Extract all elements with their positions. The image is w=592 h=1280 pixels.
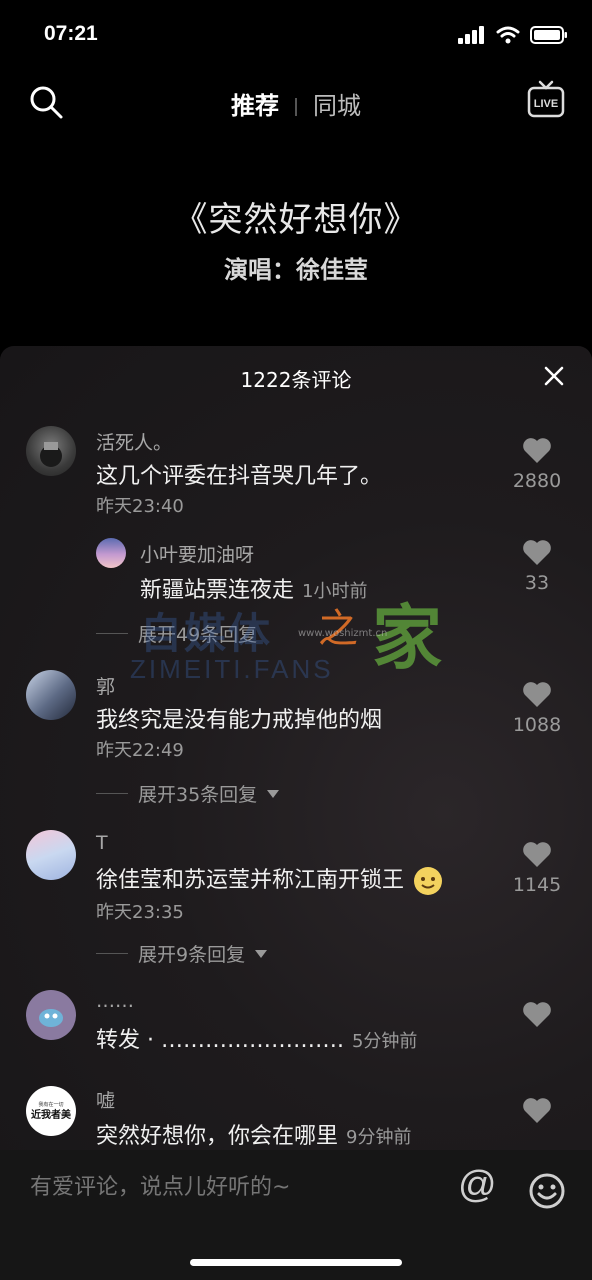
comment-input[interactable] — [28, 1174, 432, 1201]
chevron-down-icon — [267, 789, 280, 798]
comment-time: 昨天23:35 — [96, 902, 184, 923]
like-button[interactable] — [502, 1000, 572, 1032]
comment-author[interactable]: 郭 — [96, 672, 115, 699]
comment-text-content: 转发 · ……………………. — [96, 1028, 344, 1053]
comment-author[interactable]: T — [96, 832, 108, 854]
comment-author[interactable]: 活死人。 — [96, 428, 172, 455]
comment-text: 突然好想你，你会在哪里 9分钟前 — [96, 1118, 411, 1150]
comment-text: 转发 · ……………………. 5分钟前 — [96, 1022, 417, 1054]
avatar[interactable] — [26, 990, 76, 1040]
like-count: 1088 — [512, 714, 562, 736]
heart-icon — [523, 1002, 551, 1027]
avatar-image — [39, 1009, 63, 1027]
expand-replies-button[interactable]: 展开9条回复 — [96, 940, 268, 967]
avatar[interactable] — [26, 830, 76, 880]
expand-replies-button[interactable]: 展开49条回复 — [96, 620, 257, 647]
live-icon[interactable]: LIVE — [526, 80, 566, 120]
avatar[interactable] — [26, 670, 76, 720]
like-button[interactable]: 1088 — [502, 680, 572, 736]
comment-time: 昨天23:40 — [96, 496, 184, 517]
comments-sheet: 1222条评论 活死人。 这几个评委在抖音哭几年了。 昨天23:40 2880 … — [0, 346, 592, 1280]
status-time: 07:21 — [44, 22, 98, 45]
tab-recommend[interactable]: 推荐 — [231, 92, 279, 120]
chevron-down-icon — [255, 949, 268, 958]
comment-author[interactable]: 嘘 — [96, 1086, 115, 1113]
mention-button[interactable]: @ — [458, 1164, 497, 1207]
comment-time: 5分钟前 — [351, 1031, 418, 1052]
comment-time: 9分钟前 — [346, 1127, 412, 1148]
avatar[interactable]: 我有在一切 近我者美 — [26, 1086, 76, 1136]
reply-time: 1小时前 — [302, 581, 368, 602]
comment-text: 这几个评委在抖音哭几年了。 — [96, 464, 383, 489]
avatar[interactable] — [96, 538, 126, 568]
like-button[interactable]: 2880 — [502, 436, 572, 492]
reply-item: 小叶要加油呀 新疆站票连夜走 1小时前 33 — [0, 536, 592, 606]
like-count: 33 — [524, 572, 550, 594]
expand-label: 展开9条回复 — [138, 944, 246, 966]
status-bar: 07:21 — [0, 0, 592, 70]
comment-text-content: 徐佳莹和苏运莹并称江南开锁王 — [96, 868, 405, 893]
feed-tabs: 推荐 同城 — [0, 86, 592, 121]
comment-author[interactable]: …… — [96, 990, 134, 1012]
comment-text: 徐佳莹和苏运莹并称江南开锁王 — [96, 862, 443, 896]
smile-emoji-icon — [414, 867, 443, 895]
like-count: 1145 — [512, 874, 562, 896]
avatar-image — [40, 442, 62, 467]
like-button[interactable] — [502, 1096, 572, 1128]
svg-text:LIVE: LIVE — [534, 98, 558, 110]
tab-divider — [295, 98, 297, 116]
comment-text: 我终究是没有能力戒掉他的烟 — [96, 708, 383, 733]
reply-text: 新疆站票连夜走 1小时前 — [140, 572, 367, 604]
song-title: 《突然好想你》 — [173, 200, 419, 240]
like-button[interactable]: 1145 — [502, 840, 572, 896]
reply-author[interactable]: 小叶要加油呀 — [140, 540, 254, 567]
status-icons — [458, 26, 568, 44]
heart-icon — [523, 842, 551, 867]
comment-time: 昨天22:49 — [96, 740, 184, 761]
comment-item: 郭 我终究是没有能力戒掉他的烟 昨天22:49 1088 — [0, 668, 592, 768]
tab-local[interactable]: 同城 — [313, 92, 361, 120]
close-icon[interactable] — [544, 366, 564, 386]
avatar-image: 我有在一切 近我者美 — [31, 1101, 72, 1121]
top-navigation: 推荐 同城 LIVE — [0, 78, 592, 128]
heart-icon — [523, 1098, 551, 1123]
battery-icon — [530, 26, 567, 44]
heart-icon — [523, 438, 551, 463]
wifi-icon — [496, 26, 520, 44]
comment-item: T 徐佳莹和苏运莹并称江南开锁王 昨天23:35 1145 — [0, 830, 592, 930]
avatar[interactable] — [26, 426, 76, 476]
like-count: 2880 — [512, 470, 562, 492]
emoji-icon[interactable] — [528, 1172, 566, 1210]
divider-line — [96, 633, 128, 634]
expand-replies-button[interactable]: 展开35条回复 — [96, 780, 280, 807]
heart-icon — [523, 682, 551, 707]
like-button[interactable]: 33 — [502, 538, 572, 594]
divider-line — [96, 793, 128, 794]
reply-text-content: 新疆站票连夜走 — [140, 578, 295, 603]
expand-label: 展开49条回复 — [138, 624, 258, 646]
song-singer: 演唱：徐佳莹 — [224, 255, 368, 284]
avatar-text-line2: 近我者美 — [31, 1108, 72, 1121]
heart-icon — [523, 540, 551, 565]
avatar-text-line1: 我有在一切 — [38, 1101, 63, 1108]
signal-icon — [458, 26, 484, 44]
expand-label: 展开35条回复 — [138, 784, 258, 806]
comment-text-content: 突然好想你，你会在哪里 — [96, 1124, 339, 1149]
home-indicator[interactable] — [190, 1259, 402, 1266]
comment-item: 活死人。 这几个评委在抖音哭几年了。 昨天23:40 2880 — [0, 424, 592, 524]
comment-item: …… 转发 · ……………………. 5分钟前 — [0, 990, 592, 1070]
comments-count: 1222条评论 — [240, 368, 352, 392]
divider-line — [96, 953, 128, 954]
